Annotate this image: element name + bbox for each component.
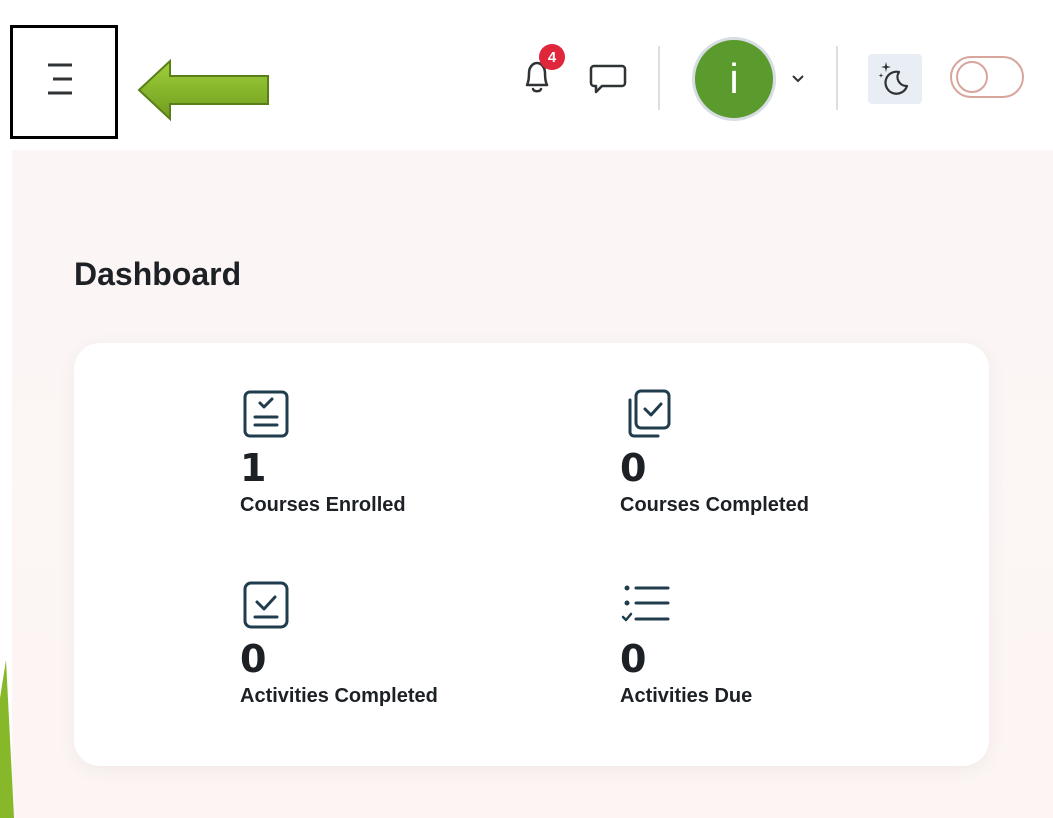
toggle-knob	[956, 61, 988, 93]
stat-courses-enrolled: 1 Courses Enrolled	[240, 388, 560, 517]
checkbox-icon	[243, 581, 289, 629]
user-avatar[interactable]: i	[692, 37, 776, 121]
clipboard-check-icon	[243, 390, 289, 438]
notification-count-badge: 4	[539, 44, 565, 70]
stats-card: 1 Courses Enrolled 0 Courses Completed 0…	[74, 343, 989, 766]
messages-button[interactable]	[588, 60, 628, 96]
header-divider	[658, 46, 660, 110]
stat-label: Courses Enrolled	[240, 494, 406, 516]
stacked-check-icon	[628, 389, 671, 438]
hamburger-menu-button[interactable]	[10, 25, 118, 139]
chevron-down-icon[interactable]	[789, 72, 807, 86]
annotation-arrow-icon	[137, 58, 269, 122]
stat-value: 1	[240, 446, 267, 490]
stat-label: Activities Due	[620, 685, 753, 707]
moon-stars-icon	[878, 62, 909, 95]
stat-label: Activities Completed	[240, 685, 438, 707]
checklist-icon	[621, 585, 670, 622]
stat-courses-completed: 0 Courses Completed	[620, 388, 940, 517]
header-divider	[836, 46, 838, 110]
hamburger-icon	[48, 63, 72, 95]
stat-value: 0	[620, 637, 647, 681]
page-title: Dashboard	[74, 256, 242, 292]
stat-label: Courses Completed	[620, 494, 809, 516]
stat-value: 0	[620, 446, 647, 490]
stat-value: 0	[240, 637, 267, 681]
annotation-wedge-icon	[0, 660, 14, 818]
stat-activities-completed: 0 Activities Completed	[240, 579, 560, 708]
chat-bubble-icon	[589, 64, 627, 94]
theme-toggle-switch[interactable]	[950, 56, 1024, 98]
stat-activities-due: 0 Activities Due	[620, 579, 940, 708]
dark-mode-button[interactable]	[868, 54, 922, 104]
